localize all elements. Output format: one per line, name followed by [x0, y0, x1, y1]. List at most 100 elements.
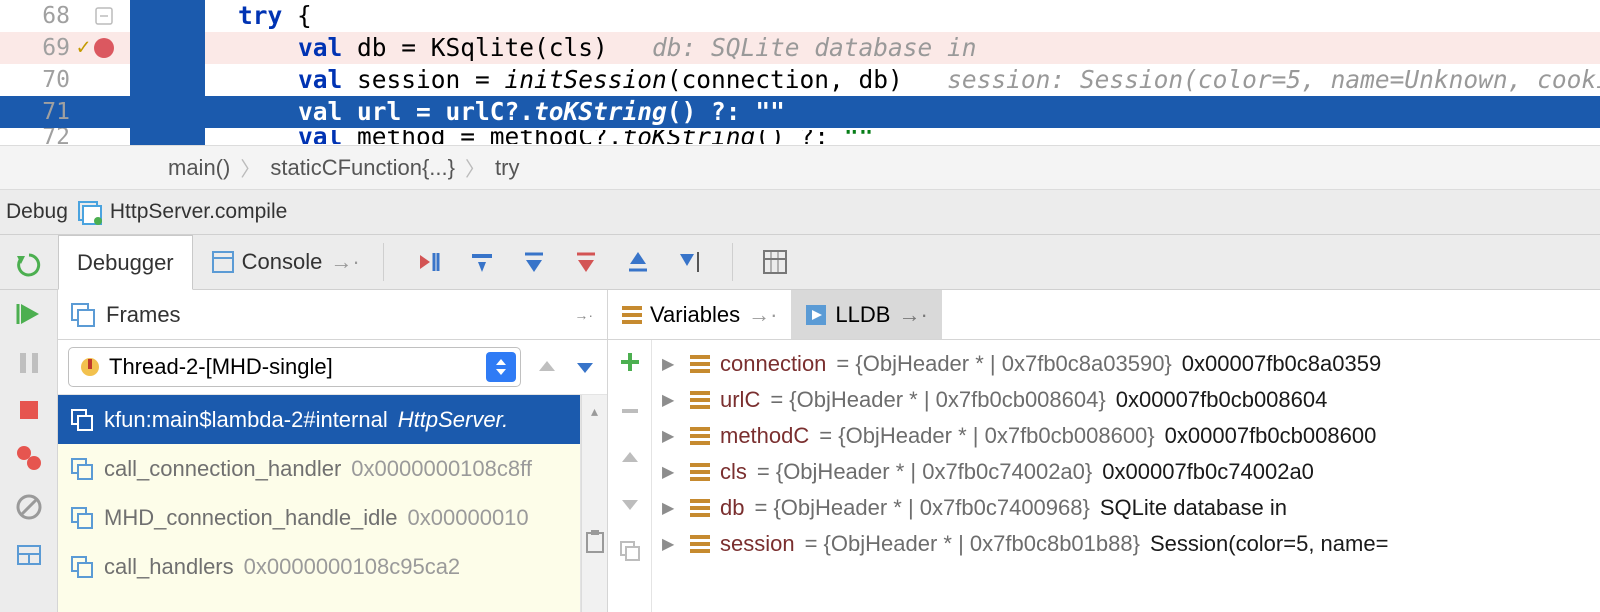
- variable-row[interactable]: ▶ methodC = {ObjHeader * | 0x7fb0cb00860…: [652, 418, 1600, 454]
- pin-icon: →·: [330, 249, 359, 275]
- frame-name: kfun:main$lambda-2#internal: [104, 407, 388, 433]
- resume-icon[interactable]: [15, 300, 43, 328]
- code-text: () ?:: [755, 130, 844, 144]
- variable-row[interactable]: ▶ urlC = {ObjHeader * | 0x7fb0cb008604} …: [652, 382, 1600, 418]
- frames-scrollbar[interactable]: ▴: [581, 395, 607, 612]
- gutter-72[interactable]: 72: [0, 130, 130, 144]
- thread-name: Thread-2-[MHD-single]: [109, 354, 333, 380]
- breakpoint-icon[interactable]: [94, 38, 114, 58]
- watch-down-icon[interactable]: [620, 494, 640, 514]
- frame-icon: [70, 457, 94, 481]
- gutter-69[interactable]: 69 ✓: [0, 32, 130, 64]
- frame-address: 0x00000010: [408, 505, 529, 531]
- frame-row[interactable]: MHD_connection_handle_idle 0x00000010: [58, 493, 580, 542]
- step-into-icon[interactable]: [520, 248, 548, 276]
- frame-icon: [70, 555, 94, 579]
- variable-name: connection: [720, 351, 826, 377]
- variable-meta: = {ObjHeader * | 0x7fb0c74002a0}: [757, 459, 1092, 485]
- gutter-68[interactable]: 68: [0, 0, 130, 32]
- expand-icon[interactable]: ▶: [662, 462, 680, 482]
- frame-row[interactable]: kfun:main$lambda-2#internal HttpServer.: [58, 395, 580, 444]
- variable-row[interactable]: ▶ connection = {ObjHeader * | 0x7fb0c8a0…: [652, 346, 1600, 382]
- duplicate-watch-icon[interactable]: [619, 540, 641, 562]
- step-out-icon[interactable]: [624, 248, 652, 276]
- debug-label: Debug: [6, 200, 68, 224]
- frames-list[interactable]: kfun:main$lambda-2#internal HttpServer. …: [58, 395, 581, 612]
- run-config-name[interactable]: HttpServer.compile: [110, 200, 287, 224]
- expand-icon[interactable]: ▶: [662, 498, 680, 518]
- lldb-icon: [805, 304, 827, 326]
- show-execution-point-icon[interactable]: [416, 248, 444, 276]
- code-line-68[interactable]: 68 try {: [0, 0, 1600, 32]
- frame-down-icon[interactable]: [573, 355, 597, 379]
- tab-variables[interactable]: Variables →·: [608, 290, 791, 339]
- code-line-70[interactable]: 70 val session = initSession(connection,…: [0, 64, 1600, 96]
- keyword: try: [238, 1, 282, 30]
- fold-icon[interactable]: [94, 6, 114, 26]
- rerun-icon[interactable]: [14, 250, 44, 280]
- layout-settings-icon[interactable]: [16, 542, 42, 568]
- code-line-71-current[interactable]: 71 val url = urlC?.toKString() ?: "": [0, 96, 1600, 128]
- variable-row[interactable]: ▶ db = {ObjHeader * | 0x7fb0c7400968} SQ…: [652, 490, 1600, 526]
- debugger-tab-row: Debugger Console →·: [0, 235, 1600, 290]
- pause-icon[interactable]: [16, 350, 42, 376]
- breadcrumb-item[interactable]: main(): [160, 155, 238, 181]
- tab-console[interactable]: Console →·: [193, 235, 379, 289]
- breadcrumb-item[interactable]: staticCFunction{...}: [262, 155, 463, 181]
- code-text: session =: [342, 65, 504, 94]
- thread-select[interactable]: Thread-2-[MHD-single]: [68, 347, 521, 387]
- expand-icon[interactable]: ▶: [662, 534, 680, 554]
- tab-debugger[interactable]: Debugger: [58, 235, 193, 290]
- frame-file: HttpServer.: [398, 407, 508, 433]
- code-text: db = KSqlite(cls): [342, 33, 608, 62]
- code-line-69[interactable]: 69 ✓ val db = KSqlite(cls) db: SQLite da…: [0, 32, 1600, 64]
- tab-label: Variables: [650, 302, 740, 328]
- evaluate-expression-icon[interactable]: [761, 248, 789, 276]
- watch-up-icon[interactable]: [620, 448, 640, 468]
- variables-toolbar: [608, 340, 652, 612]
- code-line-72[interactable]: 72 val method = methodC?.toKString() ?: …: [0, 128, 1600, 145]
- line-number: 69: [42, 35, 70, 61]
- clipboard-icon[interactable]: [585, 530, 605, 554]
- line-number: 71: [42, 99, 70, 125]
- variable-meta: = {ObjHeader * | 0x7fb0c7400968}: [754, 495, 1089, 521]
- variable-icon: [690, 535, 710, 553]
- frame-name: call_handlers: [104, 554, 234, 580]
- keyword: val: [298, 65, 342, 94]
- pin-icon: →·: [748, 302, 777, 328]
- frame-up-icon[interactable]: [535, 355, 559, 379]
- tab-lldb[interactable]: LLDB →·: [791, 290, 941, 339]
- variable-row[interactable]: ▶ cls = {ObjHeader * | 0x7fb0c74002a0} 0…: [652, 454, 1600, 490]
- variable-row[interactable]: ▶ session = {ObjHeader * | 0x7fb0c8b01b8…: [652, 526, 1600, 562]
- variable-meta: = {ObjHeader * | 0x7fb0c8a03590}: [836, 351, 1171, 377]
- code-editor[interactable]: 68 try { 69 ✓ val db = KSqlite(cls) db: …: [0, 0, 1600, 145]
- variable-icon: [690, 355, 710, 373]
- breadcrumb: main() 〉 staticCFunction{...} 〉 try: [0, 145, 1600, 190]
- mute-breakpoints-icon[interactable]: [16, 494, 42, 520]
- pin-icon[interactable]: →·: [574, 307, 593, 323]
- frame-row[interactable]: call_connection_handler 0x0000000108c8ff: [58, 444, 580, 493]
- gutter-70[interactable]: 70: [0, 64, 130, 96]
- step-over-icon[interactable]: [468, 248, 496, 276]
- view-breakpoints-icon[interactable]: [15, 444, 43, 472]
- expand-icon[interactable]: ▶: [662, 426, 680, 446]
- variable-icon: [690, 427, 710, 445]
- run-to-cursor-icon[interactable]: [676, 248, 704, 276]
- function-call: toKString: [534, 97, 667, 126]
- add-watch-icon[interactable]: [618, 350, 642, 374]
- expand-icon[interactable]: ▶: [662, 354, 680, 374]
- force-step-into-icon[interactable]: [572, 248, 600, 276]
- scroll-up-icon[interactable]: ▴: [591, 403, 598, 420]
- remove-watch-icon[interactable]: [619, 400, 641, 422]
- gutter-71[interactable]: 71: [0, 96, 130, 128]
- frame-row[interactable]: call_handlers 0x0000000108c95ca2: [58, 542, 580, 591]
- variable-name: cls: [720, 459, 747, 485]
- variables-list[interactable]: ▶ connection = {ObjHeader * | 0x7fb0c8a0…: [652, 340, 1600, 612]
- line-number: 68: [42, 3, 70, 29]
- code-text: (connection, db): [667, 65, 903, 94]
- expand-icon[interactable]: ▶: [662, 390, 680, 410]
- debugger-body: Frames →· Variables →· LLDB →·: [0, 290, 1600, 612]
- breadcrumb-item[interactable]: try: [487, 155, 527, 181]
- dropdown-arrows-icon[interactable]: [486, 352, 516, 382]
- stop-icon[interactable]: [17, 398, 41, 422]
